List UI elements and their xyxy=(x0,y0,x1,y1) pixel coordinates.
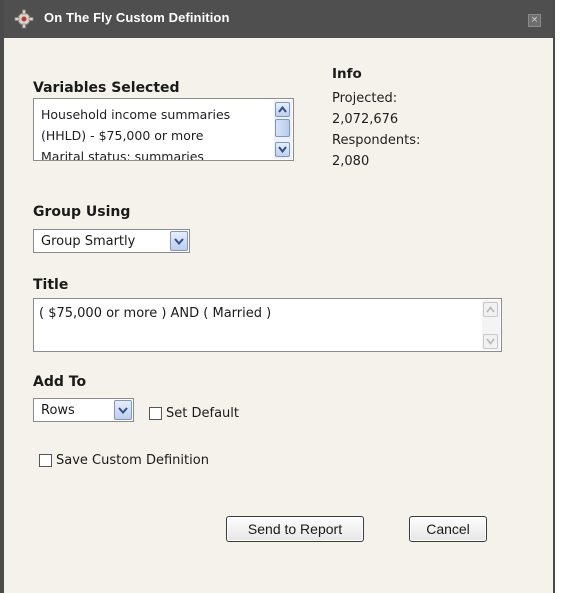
projected-label: Projected: xyxy=(332,91,398,106)
title-label: Title xyxy=(33,277,69,293)
add-to-select[interactable]: Rows xyxy=(33,398,134,422)
scroll-down-icon[interactable] xyxy=(275,142,290,157)
projected-value: 2,072,676 xyxy=(332,112,399,127)
close-icon[interactable]: × xyxy=(528,14,541,27)
variables-listbox[interactable]: Household income summaries (HHLD) - $75,… xyxy=(33,98,294,161)
save-custom-definition-label[interactable]: Save Custom Definition xyxy=(56,453,209,468)
set-default-checkbox[interactable] xyxy=(149,407,162,420)
list-item[interactable]: (HHLD) - $75,000 or more xyxy=(41,125,266,146)
dialog-title: On The Fly Custom Definition xyxy=(44,10,230,25)
cancel-button[interactable]: Cancel xyxy=(409,516,487,542)
group-using-select[interactable]: Group Smartly xyxy=(33,229,190,253)
list-item[interactable]: Marital status: summaries xyxy=(41,146,266,160)
group-using-label: Group Using xyxy=(33,204,131,220)
dialog-titlebar[interactable]: On The Fly Custom Definition × xyxy=(4,0,553,38)
chevron-down-icon[interactable] xyxy=(114,400,132,420)
variables-selected-label: Variables Selected xyxy=(33,80,180,96)
respondents-value: 2,080 xyxy=(332,154,370,169)
set-default-label[interactable]: Set Default xyxy=(166,406,239,421)
add-to-label: Add To xyxy=(33,374,87,390)
variables-list: Household income summaries (HHLD) - $75,… xyxy=(41,104,266,160)
title-value: ( $75,000 or more ) AND ( Married ) xyxy=(39,306,272,321)
title-scrollbar[interactable] xyxy=(482,300,500,350)
group-using-value: Group Smartly xyxy=(41,234,136,249)
save-custom-definition-checkbox[interactable] xyxy=(39,454,52,467)
list-item[interactable]: Household income summaries xyxy=(41,104,266,125)
scroll-up-icon[interactable] xyxy=(275,102,290,117)
scroll-thumb[interactable] xyxy=(275,119,290,137)
scroll-down-icon[interactable] xyxy=(483,334,498,349)
add-to-value: Rows xyxy=(41,403,75,418)
title-textarea[interactable]: ( $75,000 or more ) AND ( Married ) xyxy=(33,298,502,352)
gear-icon xyxy=(14,9,34,29)
scroll-up-icon[interactable] xyxy=(483,302,498,317)
variables-scrollbar[interactable] xyxy=(274,100,292,159)
send-to-report-button[interactable]: Send to Report xyxy=(226,516,364,542)
chevron-down-icon[interactable] xyxy=(170,231,188,251)
info-panel: Projected: 2,072,676 Respondents: 2,080 xyxy=(332,88,420,172)
respondents-label: Respondents: xyxy=(332,133,421,148)
info-label: Info xyxy=(332,66,362,82)
custom-definition-dialog: On The Fly Custom Definition × Variables… xyxy=(0,0,555,593)
